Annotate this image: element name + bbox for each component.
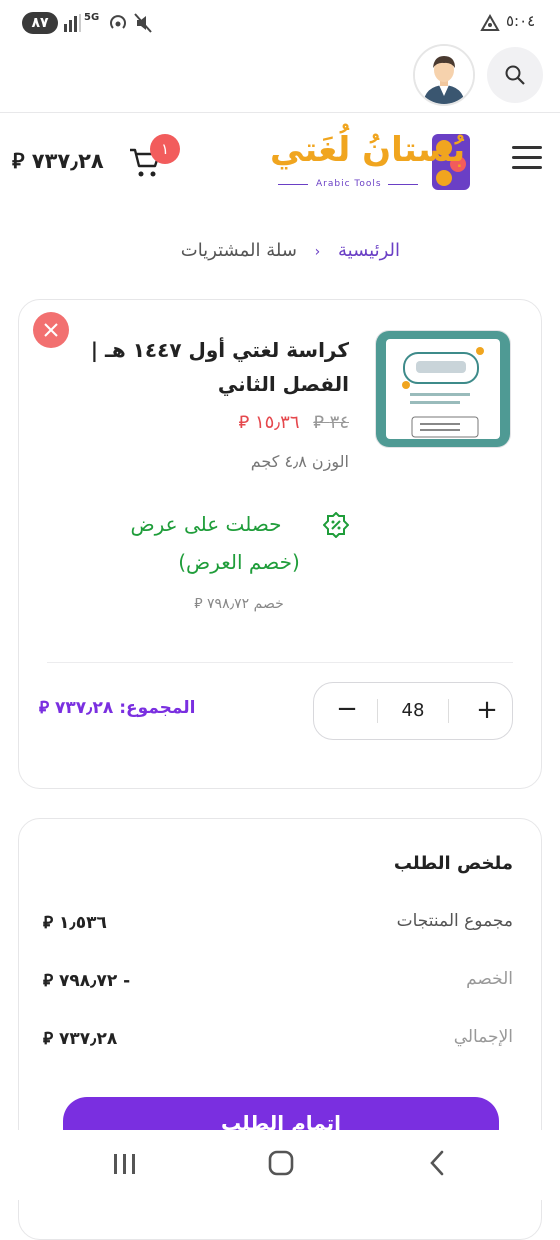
product-price: ٣٤ ⃁ ١٥٫٣٦ ⃁ (139, 410, 349, 433)
product-thumbnail[interactable] (375, 330, 511, 448)
mute-icon (134, 13, 152, 33)
status-bar: ٨٧ 5G ٥:٠٤ (0, 0, 560, 46)
sale-price: ١٥٫٣٦ ⃁ (238, 412, 300, 433)
system-nav-bar (0, 1130, 560, 1200)
logo-title: بُستانُ لُغَتي (270, 130, 466, 170)
clock: ٥:٠٤ (506, 12, 536, 30)
cart-count-badge: ١ (150, 134, 180, 164)
site-logo[interactable]: بُستانُ لُغَتي Arabic Tools (268, 128, 504, 194)
breadcrumb-home-link[interactable]: الرئيسية (338, 240, 400, 261)
summary-row-label: مجموع المنتجات (396, 911, 513, 931)
hotspot-icon (110, 15, 126, 29)
header-cart-total: ٧٣٧٫٢٨ ⃁ (12, 149, 104, 173)
breadcrumb-current: سلة المشتريات (180, 240, 297, 261)
home-icon[interactable] (268, 1150, 294, 1176)
hamburger-icon (512, 146, 542, 169)
signal-icon (64, 14, 81, 32)
product-weight: الوزن ٤٫٨ كجم (250, 452, 349, 471)
offer-discount: خصم ٧٩٨٫٧٢ ⃁ (194, 596, 284, 612)
search-icon (505, 65, 525, 85)
card-divider (47, 662, 513, 663)
summary-row-value: ١٫٥٣٦ ⃁ (43, 913, 107, 933)
product-image (376, 331, 510, 447)
product-title-line1[interactable]: كراسة لغتي أول ١٤٤٧ هـ | (79, 338, 349, 362)
battery-indicator: ٨٧ (22, 12, 58, 34)
summary-title: ملخص الطلب (393, 853, 513, 874)
recents-icon[interactable] (114, 1152, 136, 1176)
network-type: 5G (84, 12, 100, 23)
summary-row-value: ٧٣٧٫٢٨ ⃁ (43, 1029, 118, 1049)
discount-badge-icon (323, 512, 349, 538)
close-icon (44, 323, 58, 337)
menu-button[interactable] (512, 144, 542, 170)
offer-name: (خصم العرض) (178, 550, 300, 574)
cart-button[interactable]: ١ (126, 134, 186, 184)
item-total-label: المجموع: (119, 698, 196, 718)
remove-item-button[interactable] (33, 312, 69, 348)
user-avatar-icon (415, 46, 473, 104)
summary-row-label: الخصم (466, 969, 513, 989)
stepper-divider (377, 699, 378, 723)
decrease-quantity-button[interactable]: − (322, 683, 372, 739)
header-divider (0, 112, 560, 113)
logo-rule-right (388, 184, 418, 185)
plus-icon: + (476, 695, 498, 725)
cart-item-card: كراسة لغتي أول ١٤٤٧ هـ | الفصل الثاني ٣٤… (18, 299, 542, 789)
quantity-stepper[interactable]: + 48 − (313, 682, 513, 740)
summary-row-label: الإجمالي (453, 1027, 513, 1047)
item-total-value: ٧٣٧٫٢٨ ⃁ (39, 698, 114, 718)
logo-rule-left (278, 184, 308, 185)
logo-subtitle: Arabic Tools (316, 179, 382, 189)
summary-row-value: - ٧٩٨٫٧٢ ⃁ (43, 971, 131, 991)
back-icon[interactable] (428, 1150, 446, 1176)
breadcrumb: الرئيسية ‹ سلة المشتريات (130, 240, 400, 261)
minus-icon: − (336, 694, 358, 724)
product-title-line2[interactable]: الفصل الثاني (79, 372, 349, 396)
offer-title: حصلت على عرض (130, 512, 282, 536)
quantity-value[interactable]: 48 (378, 683, 448, 739)
increase-quantity-button[interactable]: + (462, 683, 512, 739)
app-notification-icon (480, 14, 500, 31)
breadcrumb-chevron-icon: ‹ (314, 244, 321, 260)
search-button[interactable] (487, 47, 543, 103)
avatar[interactable] (413, 44, 475, 106)
item-total: المجموع: ٧٣٧٫٢٨ ⃁ (39, 696, 239, 718)
old-price: ٣٤ ⃁ (313, 412, 349, 433)
stepper-divider (448, 699, 449, 723)
